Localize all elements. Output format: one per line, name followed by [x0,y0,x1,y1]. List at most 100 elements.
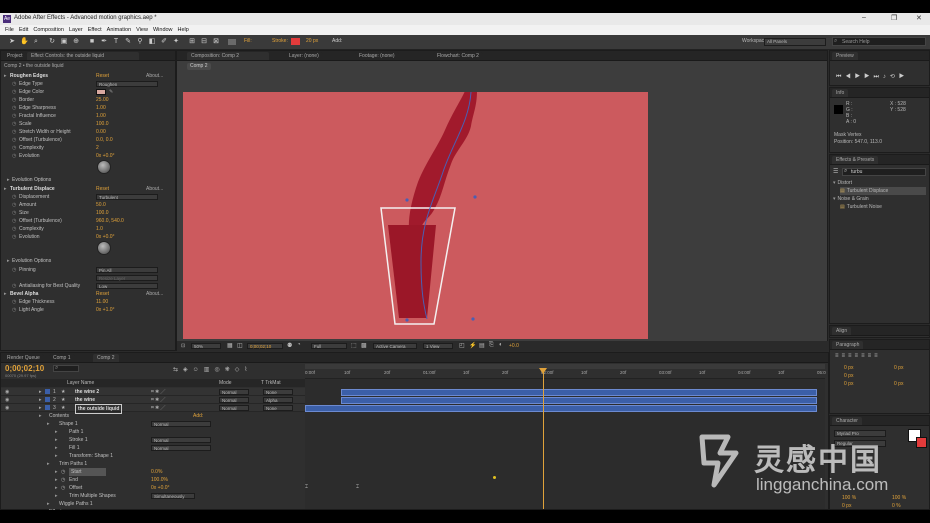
disclosure-triangle-icon[interactable]: ▸ [47,460,50,468]
menu-file[interactable]: File [5,25,14,35]
current-time-indicator[interactable] [543,370,544,509]
effects-tree-item[interactable]: ▾ Noise & Grain [833,195,926,203]
property-value[interactable]: 0x +0.0° [96,233,115,241]
property-value[interactable]: 50.0 [96,201,106,209]
layer-label-color[interactable] [45,389,50,394]
stroke-width-value[interactable]: 20 px [306,38,318,44]
grid-guides-icon[interactable]: ▦ [227,342,233,349]
stopwatch-icon[interactable]: ◷ [61,468,65,476]
indent-right-value[interactable]: 0 px [894,364,903,372]
stopwatch-icon[interactable]: ◷ [12,209,16,217]
property-value[interactable]: 0.00 [96,128,106,136]
hand-tool-icon[interactable]: ✋ [20,38,29,46]
property-value[interactable]: 100.0% [151,476,168,484]
visibility-eye-icon[interactable]: ◉ [5,396,9,404]
views-select[interactable]: 1 View [423,343,453,349]
property-value[interactable]: Normal [151,437,211,443]
stopwatch-icon[interactable]: ◷ [61,484,65,492]
layer-property-row[interactable]: ▸ Shape 1 Normal [1,420,305,428]
menu-animation[interactable]: Animation [107,25,131,35]
fast-previews-icon[interactable]: ⚡ [469,342,476,349]
stopwatch-icon[interactable]: ◷ [61,476,65,484]
exposure-value[interactable]: +0.0 [509,343,519,349]
play-icon[interactable]: ▶ [855,74,864,80]
tab-layer[interactable]: Layer: (none) [285,52,323,60]
property-value[interactable]: 11.00 [96,298,108,306]
tab-project[interactable]: Project [3,52,27,60]
stopwatch-icon[interactable]: ◷ [12,136,16,144]
stopwatch-icon[interactable]: ◷ [12,193,16,201]
disclosure-triangle-icon[interactable]: ▸ [4,72,7,80]
layer-trkmat-select[interactable]: Alpha [263,397,293,403]
layer-row[interactable]: ◉ ▸ 2 ★ the wine ⌗ ✱ ╱ Normal Alpha [1,396,305,404]
stopwatch-icon[interactable]: ◷ [12,144,16,152]
magnification-select[interactable]: 50% [191,343,221,349]
layer-property-row[interactable]: ▸ Contents Add: [1,412,305,420]
stopwatch-icon[interactable]: ◷ [12,80,16,88]
layer-duration-bar[interactable] [305,405,817,412]
property-value[interactable]: Add: [193,412,203,420]
layer-switches[interactable]: ⌗ ✱ ╱ [151,404,165,412]
layer-trkmat-select[interactable]: None [263,389,293,395]
column-mode[interactable]: Mode [219,379,232,387]
mask-visibility-icon[interactable]: ◫ [237,342,243,349]
layer-property-row[interactable]: ▸ ◷ End 100.0% [1,476,305,484]
indent-left-value[interactable]: 0 px [844,364,853,372]
disclosure-triangle-icon[interactable]: ▾ [833,196,836,202]
layer-duration-bar[interactable] [341,389,817,396]
tab-comp-1[interactable]: Comp 1 [49,354,75,362]
evolution-dial[interactable] [97,160,111,174]
layer-label-color[interactable] [45,397,50,402]
layer-property-row[interactable]: ▸ Wiggle Paths 1 [1,500,305,508]
comp-mini-flowchart-icon[interactable]: ⇆ [173,367,183,373]
rotate-tool-icon[interactable]: ↻ [48,38,56,46]
tab-info[interactable]: Info [832,89,849,97]
last-frame-icon[interactable]: ⏭ [873,74,882,80]
shy-icon[interactable]: ☺ [193,367,204,373]
layer-property-row[interactable]: ▸ Trim Paths 1 [1,460,305,468]
layer-duration-bar[interactable] [341,397,817,404]
search-help-input[interactable]: Search Help [832,37,926,46]
brush-tool-icon[interactable]: ✎ [124,38,132,46]
selection-tool-icon[interactable]: ➤ [8,38,16,46]
layer-property-row[interactable]: ▸ Trim Multiple Shapes Simultaneously [1,492,305,500]
property-value[interactable]: 1.00 [96,112,106,120]
property-value[interactable]: Normal [151,445,211,451]
tab-comp-2[interactable]: Comp 2 [93,354,119,362]
disclosure-triangle-icon[interactable]: ▸ [47,500,50,508]
timeline-current-time[interactable]: 0;00;02;10 [5,364,44,373]
property-dropdown[interactable]: Roughen [96,81,158,87]
layer-name[interactable]: the wine 2 [75,388,99,396]
tab-character[interactable]: Character [832,417,862,425]
layer-label-color[interactable] [45,405,50,410]
menu-view[interactable]: View [136,25,148,35]
menu-edit[interactable]: Edit [19,25,28,35]
mask-vertex[interactable] [473,195,477,199]
reset-exposure-icon[interactable]: ◐ [499,342,503,348]
about-link[interactable]: About... [146,290,163,298]
layer-property-row[interactable]: ▸ ◷ Offset 0x +0.0° [1,484,305,492]
property-value[interactable]: 1.0 [96,225,103,233]
clone-stamp-tool-icon[interactable]: ⚲ [136,38,144,46]
stopwatch-icon[interactable]: ◷ [12,217,16,225]
indent-first-value[interactable]: 0 px [844,372,853,380]
reset-link[interactable]: Reset [96,72,109,80]
show-snapshot-icon[interactable]: ◔ [297,342,301,348]
menu-layer[interactable]: Layer [69,25,83,35]
layer-mode-select[interactable]: Normal [219,405,249,411]
edge-color-swatch[interactable] [96,89,106,95]
toggle-pixel-aspect-icon[interactable]: ◰ [459,342,465,349]
mask-vertex[interactable] [471,317,475,321]
reset-link[interactable]: Reset [96,290,109,298]
keyframe-marker[interactable] [493,476,496,479]
layer-trkmat-select[interactable]: None [263,405,293,411]
stopwatch-icon[interactable]: ◷ [12,306,16,314]
puppet-pin-tool-icon[interactable]: ✦ [172,38,180,46]
disclosure-triangle-icon[interactable]: ▸ [4,290,7,298]
layer-twirl-icon[interactable]: ▸ [39,396,42,404]
always-preview-icon[interactable]: ⊡ [181,343,185,349]
tab-effects-presets[interactable]: Effects & Presets [832,156,879,164]
tab-footage[interactable]: Footage: (none) [355,52,399,60]
tab-preview[interactable]: Preview [832,52,858,60]
stopwatch-icon[interactable]: ◷ [12,128,16,136]
